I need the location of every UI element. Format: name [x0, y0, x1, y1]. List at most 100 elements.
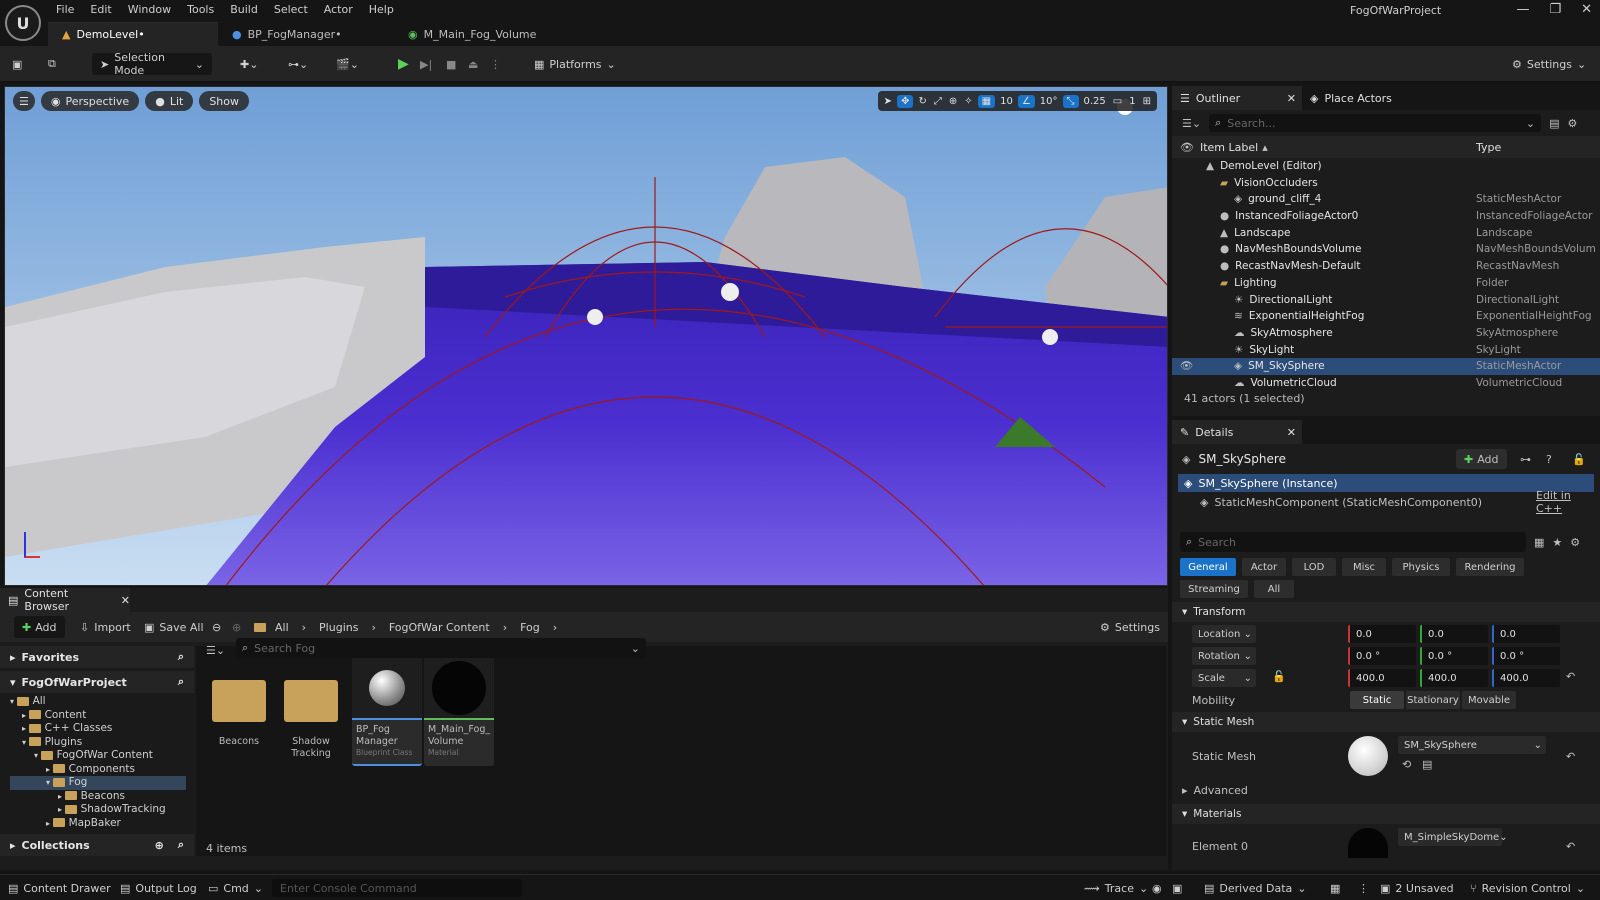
grid-snap-value[interactable]: 10: [998, 96, 1015, 107]
rotation-y-input[interactable]: 0.0 °: [1420, 647, 1488, 665]
history-back-icon[interactable]: ⊖: [212, 616, 221, 638]
outliner-row[interactable]: ● RecastNavMesh-Default RecastNavMesh: [1172, 258, 1600, 275]
help-icon[interactable]: ?: [1546, 453, 1552, 466]
outliner-row[interactable]: ▲ Landscape Landscape: [1172, 225, 1600, 242]
lit-button[interactable]: ● Lit: [145, 91, 194, 111]
tree-arrow-icon[interactable]: ▸: [58, 792, 65, 801]
output-log-button[interactable]: ▤ Output Log: [120, 879, 197, 897]
tab-demolevel[interactable]: ▲ DemoLevel•: [48, 22, 218, 46]
close-icon[interactable]: ✕: [1287, 92, 1296, 105]
material-thumbnail[interactable]: [1348, 828, 1388, 858]
scale-x-input[interactable]: 400.0: [1348, 669, 1416, 687]
visibility-icon[interactable]: 👁: [1180, 141, 1194, 154]
mobility-stationary[interactable]: Stationary: [1406, 691, 1460, 709]
tree-arrow-icon[interactable]: ▾: [34, 751, 41, 760]
mobility-static[interactable]: Static: [1350, 691, 1404, 709]
tab-m-main-fog-volume[interactable]: ◉ M_Main_Fog_Volume: [394, 22, 594, 46]
asset-bp-fog-manager[interactable]: BP_Fog Manager Blueprint Class: [352, 658, 422, 766]
menu-build[interactable]: Build: [222, 0, 266, 20]
details-tab-rendering[interactable]: Rendering: [1456, 558, 1524, 576]
reset-icon[interactable]: ↶: [1566, 670, 1575, 683]
breadcrumb-all[interactable]: All: [275, 621, 289, 634]
tree-arrow-icon[interactable]: ▸: [46, 819, 53, 828]
history-forward-icon[interactable]: ⊕: [232, 616, 241, 638]
folder-tree-item[interactable]: ▸ MapBaker: [10, 817, 186, 831]
more-icon[interactable]: ⋮: [490, 53, 501, 75]
perspective-button[interactable]: ◉ Perspective: [40, 91, 140, 111]
eject-icon[interactable]: ⏏: [468, 53, 478, 75]
outliner-row[interactable]: ☀ SkyLight SkyLight: [1172, 342, 1600, 359]
rotation-snap-value[interactable]: 10°: [1038, 96, 1060, 107]
select-tool-icon[interactable]: ➤: [882, 96, 894, 107]
breadcrumb-plugins[interactable]: Plugins: [319, 621, 358, 634]
tree-arrow-icon[interactable]: ▸: [46, 765, 53, 774]
world-space-icon[interactable]: ⊕: [947, 96, 959, 107]
details-search-input[interactable]: ⌕ Search: [1180, 532, 1526, 552]
location-x-input[interactable]: 0.0: [1348, 625, 1416, 643]
folder-tree-item[interactable]: ▾ Fog: [10, 776, 186, 790]
visibility-icon[interactable]: 👁: [1180, 358, 1193, 375]
advanced-expander[interactable]: ▸ Advanced: [1182, 784, 1248, 797]
console-input[interactable]: Enter Console Command: [272, 879, 522, 897]
folder-tree-item[interactable]: ▾ FogOfWar Content: [10, 749, 186, 763]
details-tab-lod[interactable]: LOD: [1292, 558, 1336, 576]
cb-settings-button[interactable]: ⚙ Settings: [1100, 616, 1160, 638]
outliner-row[interactable]: ≋ ExponentialHeightFog ExponentialHeightFo…: [1172, 308, 1600, 325]
reset-icon[interactable]: ↶: [1566, 840, 1575, 853]
breadcrumb-fogofwar-content[interactable]: FogOfWar Content: [389, 621, 490, 634]
cinematics-icon[interactable]: 🎬⌄: [336, 53, 359, 75]
add-button[interactable]: ✚ Add: [14, 616, 65, 638]
save-all-button[interactable]: ▣ Save All: [144, 616, 204, 638]
mobility-movable[interactable]: Movable: [1462, 691, 1516, 709]
selection-mode-dropdown[interactable]: ➤ Selection Mode ⌄: [92, 51, 212, 77]
lock-icon[interactable]: 🔓: [1572, 453, 1586, 466]
import-button[interactable]: ⇩ Import: [80, 616, 131, 638]
scale-snap-icon[interactable]: ⤡: [1062, 94, 1079, 108]
static-mesh-thumbnail[interactable]: [1348, 736, 1388, 776]
static-mesh-section-header[interactable]: ▾ Static Mesh: [1172, 712, 1600, 732]
show-button[interactable]: Show: [199, 91, 249, 111]
close-icon[interactable]: ✕: [1287, 426, 1296, 439]
settings-dropdown[interactable]: ⚙ Settings ⌄: [1512, 53, 1586, 75]
outliner-row[interactable]: ▰ Lighting Folder: [1172, 275, 1600, 292]
search-icon[interactable]: ⌕: [178, 675, 184, 689]
unreal-logo-icon[interactable]: U: [5, 5, 41, 41]
component-row[interactable]: ◈ StaticMeshComponent (StaticMeshCompone…: [1172, 489, 1600, 515]
rotation-z-input[interactable]: 0.0 °: [1492, 647, 1560, 665]
material-dropdown[interactable]: M_SimpleSkyDome ⌄: [1398, 828, 1508, 846]
details-tab-actor[interactable]: Actor: [1242, 558, 1286, 576]
asset-folder-beacons[interactable]: Beacons: [204, 670, 274, 778]
favorites-header[interactable]: ▸ Favorites ⌕: [0, 646, 194, 668]
stop-icon[interactable]: ■: [446, 53, 456, 75]
camera-speed-value[interactable]: 1: [1127, 96, 1137, 107]
browse-folder-icon[interactable]: ▤: [1422, 758, 1432, 771]
asset-folder-shadow-tracking[interactable]: Shadow Tracking: [276, 670, 346, 778]
camera-speed-icon[interactable]: ▭: [1111, 96, 1124, 107]
tree-arrow-icon[interactable]: ▸: [22, 724, 29, 733]
folder-tree-item[interactable]: ▸ C++ Classes: [10, 722, 186, 736]
blueprint-menu-icon[interactable]: ⊶⌄: [288, 53, 308, 75]
step-icon[interactable]: ▶|: [420, 53, 432, 75]
revision-control-dropdown[interactable]: ⑂ Revision Control ⌄: [1470, 879, 1585, 897]
add-collection-icon[interactable]: ⊕: [155, 839, 164, 852]
menu-edit[interactable]: Edit: [82, 0, 119, 20]
content-drawer-button[interactable]: ▤ Content Drawer: [8, 879, 111, 897]
scale-z-input[interactable]: 400.0: [1492, 669, 1560, 687]
blueprint-icon[interactable]: ⊶: [1520, 453, 1531, 466]
source-control-icon[interactable]: ▦: [1330, 879, 1340, 897]
details-tab-misc[interactable]: Misc: [1342, 558, 1386, 576]
materials-section-header[interactable]: ▾ Materials: [1172, 804, 1600, 824]
surface-snap-icon[interactable]: ✧: [962, 96, 974, 107]
transform-section-header[interactable]: ▾ Transform: [1172, 602, 1600, 622]
outliner-row[interactable]: ● InstancedFoliageActor0 InstancedFoliageA…: [1172, 208, 1600, 225]
tree-arrow-icon[interactable]: ▾: [46, 778, 53, 787]
details-tab[interactable]: ✎ Details ✕: [1172, 420, 1302, 444]
browse-arrow-icon[interactable]: ⟲: [1402, 758, 1411, 771]
outliner-row[interactable]: ▰ VisionOccluders: [1172, 175, 1600, 192]
folder-tree-item[interactable]: ▸ Content: [10, 709, 186, 723]
folder-tree-item[interactable]: ▸ Components: [10, 763, 186, 777]
content-browser-tab[interactable]: ▤ Content Browser ✕: [0, 587, 130, 613]
outliner-row[interactable]: 👁 ◈ SM_SkySphere StaticMeshActor: [1172, 358, 1600, 375]
tree-arrow-icon[interactable]: ▾: [10, 697, 17, 706]
scale-snap-value[interactable]: 0.25: [1082, 96, 1108, 107]
